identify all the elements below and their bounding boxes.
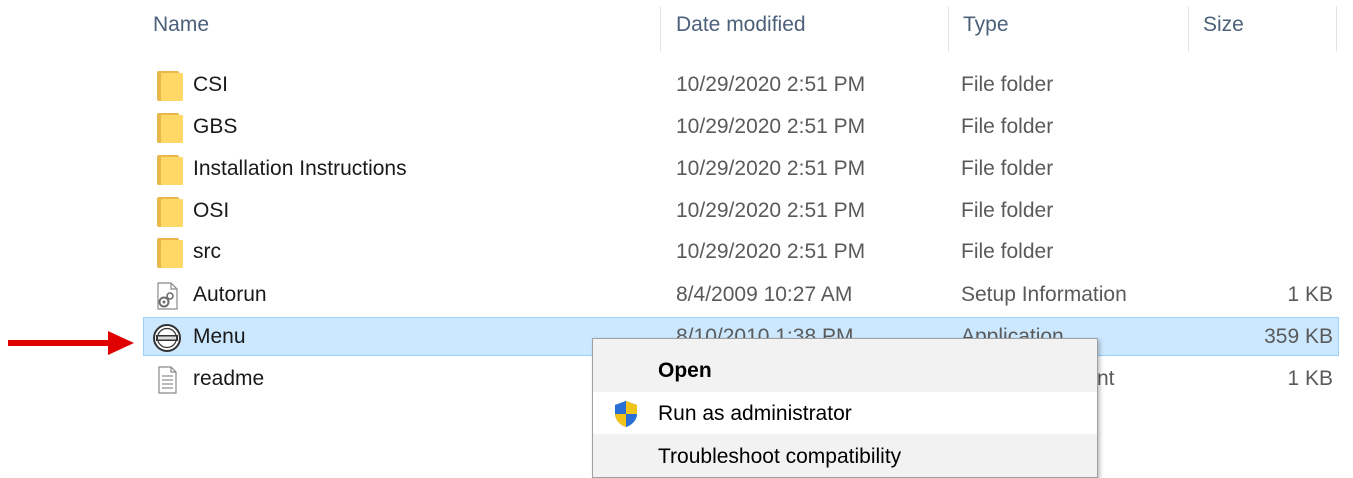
context-menu: Open Run as administrator Troubleshoot c… (592, 338, 1098, 478)
file-name: Installation Instructions (193, 157, 407, 180)
file-row[interactable]: Installation Instructions 10/29/2020 2:5… (0, 149, 1353, 189)
file-size: 359 KB (1264, 325, 1333, 348)
file-type: nt (1097, 367, 1115, 390)
file-row[interactable]: OSI 10/29/2020 2:51 PM File folder (0, 191, 1353, 231)
file-size: 1 KB (1287, 283, 1333, 306)
column-size-header[interactable]: Size (1203, 13, 1244, 37)
file-name: Autorun (193, 283, 267, 306)
application-icon (152, 323, 182, 353)
file-name: CSI (193, 73, 229, 96)
file-date: 10/29/2020 2:51 PM (676, 199, 866, 222)
file-type: File folder (961, 199, 1054, 222)
column-name-header[interactable]: Name (153, 13, 209, 37)
text-document-icon (152, 365, 182, 395)
menu-item-open[interactable]: Open (593, 349, 1097, 391)
menu-item-label: Open (658, 359, 712, 382)
file-date: 8/4/2009 10:27 AM (676, 283, 853, 306)
column-type-header[interactable]: Type (963, 13, 1009, 37)
menu-item-label: Troubleshoot compatibility (658, 445, 902, 468)
folder-icon (157, 71, 185, 101)
column-header: Name Date modified Type Size (0, 0, 1353, 52)
file-name: Menu (193, 325, 246, 348)
file-date: 10/29/2020 2:51 PM (676, 73, 866, 96)
file-size: 1 KB (1287, 367, 1333, 390)
file-name: src (193, 240, 221, 263)
file-date: 10/29/2020 2:51 PM (676, 157, 866, 180)
setup-info-icon (152, 281, 182, 311)
column-divider[interactable] (1336, 6, 1337, 52)
file-date: 10/29/2020 2:51 PM (676, 240, 866, 263)
file-row[interactable]: src 10/29/2020 2:51 PM File folder (0, 232, 1353, 272)
file-row[interactable]: GBS 10/29/2020 2:51 PM File folder (0, 107, 1353, 147)
column-divider[interactable] (1188, 6, 1189, 52)
file-date: 10/29/2020 2:51 PM (676, 115, 866, 138)
menu-item-troubleshoot-compatibility[interactable]: Troubleshoot compatibility (593, 435, 1097, 477)
column-divider[interactable] (660, 6, 661, 52)
file-type: File folder (961, 115, 1054, 138)
file-row[interactable]: Autorun 8/4/2009 10:27 AM Setup Informat… (0, 275, 1353, 315)
column-date-header[interactable]: Date modified (676, 13, 806, 37)
folder-icon (157, 238, 185, 268)
file-type: File folder (961, 240, 1054, 263)
column-divider[interactable] (948, 6, 949, 52)
folder-icon (157, 197, 185, 227)
file-row[interactable]: CSI 10/29/2020 2:51 PM File folder (0, 65, 1353, 105)
folder-icon (157, 155, 185, 185)
folder-icon (157, 113, 185, 143)
file-type: Setup Information (961, 283, 1127, 306)
file-name: readme (193, 367, 265, 390)
file-name: GBS (193, 115, 238, 138)
uac-shield-icon (613, 400, 639, 434)
menu-item-run-as-administrator[interactable]: Run as administrator (593, 392, 1097, 434)
red-arrow-icon (8, 331, 134, 355)
file-name: OSI (193, 199, 230, 222)
menu-item-label: Run as administrator (658, 402, 852, 425)
file-type: File folder (961, 157, 1054, 180)
file-type: File folder (961, 73, 1054, 96)
